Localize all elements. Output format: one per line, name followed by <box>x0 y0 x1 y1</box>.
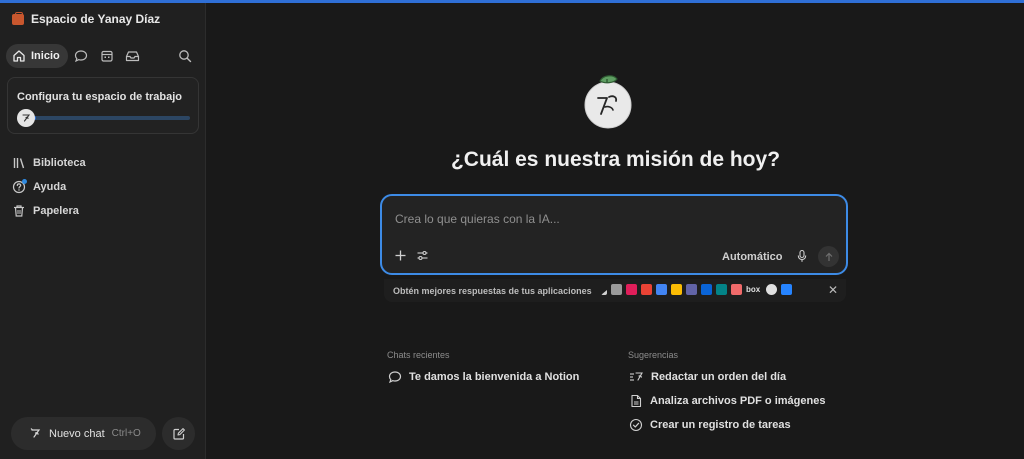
compose-button[interactable] <box>162 417 195 450</box>
setup-progress-bar <box>28 116 190 120</box>
trash-icon <box>14 205 24 217</box>
connect-apps-text: Obtén mejores respuestas de tus aplicaci… <box>393 285 592 296</box>
notion-ai-face-icon <box>584 75 632 129</box>
new-chat-button[interactable]: Nuevo chat Ctrl+O <box>11 417 156 450</box>
compose-icon <box>172 427 185 440</box>
gmail-icon <box>641 284 652 295</box>
box-icon: box <box>746 285 761 294</box>
ai-prompt-input[interactable] <box>395 210 815 228</box>
inbox-icon <box>126 51 140 62</box>
suggestion-label: Redactar un orden del día <box>651 371 787 383</box>
recent-chat-label: Te damos la bienvenida a Notion <box>409 371 580 383</box>
sharepoint-icon <box>716 284 727 295</box>
teams-icon <box>686 284 697 295</box>
model-mode-selector[interactable]: Automático <box>722 251 783 263</box>
page-title: ¿Cuál es nuestra misión de hoy? <box>450 148 781 171</box>
sidebar-item-papelera[interactable]: Papelera <box>12 199 86 223</box>
sidebar-item-label: Papelera <box>33 205 79 217</box>
microphone-icon[interactable] <box>796 249 808 263</box>
slack-icon <box>626 284 637 295</box>
sidebar-item-ayuda[interactable]: Ayuda <box>12 175 86 199</box>
send-button[interactable] <box>818 246 839 267</box>
close-icon[interactable]: ✕ <box>828 283 838 297</box>
google-calendar-icon <box>656 284 667 295</box>
sidebar-item-biblioteca[interactable]: Biblioteca <box>12 151 86 175</box>
help-icon <box>12 179 27 194</box>
jira-icon <box>781 284 792 295</box>
add-attachment-icon[interactable] <box>394 249 407 262</box>
suggestions-title: Sugerencias <box>628 350 679 360</box>
briefcase-icon <box>12 11 24 25</box>
app-icon-row: box <box>601 284 792 295</box>
workspace-switcher[interactable]: Espacio de Yanay Díaz <box>12 11 161 26</box>
suggestion-item[interactable]: Analiza archivos PDF o imágenes <box>629 394 825 408</box>
suggestion-label: Crear un registro de tareas <box>650 419 791 431</box>
asana-icon <box>731 284 742 295</box>
nav-home-label: Inicio <box>31 50 60 62</box>
nav-search[interactable] <box>172 44 198 68</box>
outlook-icon <box>701 284 712 295</box>
suggestion-label: Analiza archivos PDF o imágenes <box>650 395 826 407</box>
sidebar-item-label: Biblioteca <box>33 157 86 169</box>
nav-calendar[interactable] <box>94 44 120 68</box>
sidebar-links: Biblioteca Ayuda Papelera <box>12 151 86 223</box>
check-circle-icon <box>629 418 643 432</box>
document-icon <box>631 394 642 408</box>
setup-title: Configura tu espacio de trabajo <box>17 91 183 103</box>
sidebar-nav: Inicio <box>6 43 198 69</box>
calendar-app-icon <box>611 284 622 295</box>
google-drive-icon <box>671 284 682 295</box>
nav-home[interactable]: Inicio <box>6 44 68 68</box>
library-icon <box>13 158 25 169</box>
new-chat-shortcut: Ctrl+O <box>111 428 141 439</box>
nav-inbox[interactable] <box>120 44 146 68</box>
new-chat-label: Nuevo chat <box>49 427 105 440</box>
setup-workspace-card[interactable]: Configura tu espacio de trabajo <box>7 77 199 134</box>
home-icon <box>13 50 25 62</box>
assistant-avatar-icon <box>17 109 35 127</box>
sidebar: Espacio de Yanay Díaz Inicio Configura t… <box>0 3 206 459</box>
github-icon <box>766 284 777 295</box>
nav-chats[interactable] <box>68 44 94 68</box>
recent-chat-item[interactable]: Te damos la bienvenida a Notion <box>388 370 579 384</box>
ai-composer: Automático <box>380 194 848 275</box>
assistant-face-icon <box>30 428 41 438</box>
settings-sliders-icon[interactable] <box>416 249 429 262</box>
recent-chats-title: Chats recientes <box>387 350 450 360</box>
suggestion-item[interactable]: Redactar un orden del día <box>629 370 786 384</box>
calendar-icon <box>101 50 113 62</box>
search-icon <box>179 50 192 63</box>
arrow-up-icon <box>825 252 832 261</box>
chat-bubble-icon <box>388 371 402 384</box>
main-content: ¿Cuál es nuestra misión de hoy? Automáti… <box>207 3 1024 459</box>
suggestion-item[interactable]: Crear un registro de tareas <box>629 418 791 432</box>
send-app-icon <box>601 285 607 295</box>
sidebar-item-label: Ayuda <box>33 181 67 193</box>
agenda-icon <box>630 372 643 381</box>
workspace-name: Espacio de Yanay Díaz <box>31 12 161 26</box>
chat-bubble-icon <box>74 50 87 63</box>
connect-apps-banner[interactable]: Obtén mejores respuestas de tus aplicaci… <box>384 279 846 302</box>
